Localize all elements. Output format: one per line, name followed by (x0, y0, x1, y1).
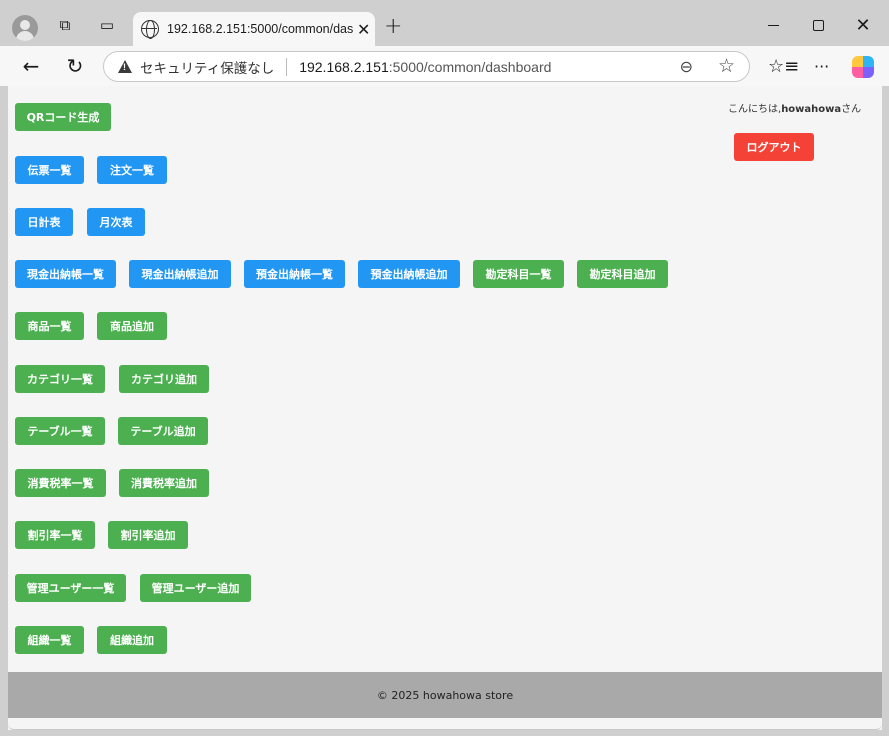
url-host[interactable]: 192.168.2.151 (299, 59, 389, 75)
tab-title: 192.168.2.151:5000/common/dashboard (167, 22, 353, 36)
cashbook-add-button[interactable]: 現金出納帳追加 (129, 260, 231, 288)
organization-list-button[interactable]: 組織一覧 (15, 626, 84, 654)
voucher-list-button[interactable]: 伝票一覧 (15, 156, 84, 184)
admin-user-add-button[interactable]: 管理ユーザー追加 (140, 574, 251, 602)
tab-actions-icon[interactable]: ▭ (94, 12, 120, 38)
profile-avatar-icon[interactable] (12, 15, 38, 41)
tab-close-icon[interactable]: ✕ (357, 20, 370, 39)
greeting-prefix: こんにちは, (728, 104, 782, 115)
refresh-icon[interactable]: ↻ (61, 52, 89, 80)
category-add-button[interactable]: カテゴリ追加 (119, 365, 209, 393)
page-bottom-edge (8, 718, 882, 730)
product-add-button[interactable]: 商品追加 (97, 312, 167, 340)
back-icon[interactable]: ← (17, 52, 45, 80)
admin-user-list-button[interactable]: 管理ユーザー一覧 (15, 574, 126, 602)
globe-icon (141, 20, 159, 39)
discount-add-button[interactable]: 割引率追加 (108, 521, 188, 549)
logout-button[interactable]: ログアウト (734, 133, 814, 161)
security-label[interactable]: セキュリティ保護なし (140, 57, 274, 77)
close-window-button[interactable]: ✕ (848, 10, 878, 40)
maximize-button[interactable] (803, 10, 833, 40)
tax-list-button[interactable]: 消費税率一覧 (15, 469, 106, 497)
order-list-button[interactable]: 注文一覧 (97, 156, 167, 184)
favorites-icon[interactable]: ☆≡ (768, 56, 799, 77)
account-add-button[interactable]: 勘定科目追加 (577, 260, 668, 288)
greeting: こんにちは,howahowaさん (728, 100, 861, 115)
copilot-icon[interactable] (852, 56, 874, 78)
deposit-add-button[interactable]: 預金出納帳追加 (358, 260, 460, 288)
navigation-bar: ← ↻ セキュリティ保護なし 192.168.2.151 :5000/commo… (0, 46, 889, 86)
organization-add-button[interactable]: 組織追加 (97, 626, 167, 654)
monthly-report-button[interactable]: 月次表 (87, 208, 145, 236)
tab-strip: ⧉ ▭ 192.168.2.151:5000/common/dashboard … (0, 0, 889, 46)
greeting-suffix: さん (841, 104, 862, 115)
qr-generate-button[interactable]: QRコード生成 (15, 103, 111, 131)
username: howahowa (781, 104, 842, 115)
product-list-button[interactable]: 商品一覧 (15, 312, 84, 340)
footer-copyright: © 2025 howahowa store (376, 688, 514, 702)
table-add-button[interactable]: テーブル追加 (118, 417, 208, 445)
warning-icon[interactable] (118, 60, 132, 73)
tab-dashboard[interactable]: 192.168.2.151:5000/common/dashboard ✕ (133, 12, 375, 46)
tax-add-button[interactable]: 消費税率追加 (119, 469, 209, 497)
workspaces-icon[interactable]: ⧉ (52, 12, 78, 38)
address-bar[interactable]: セキュリティ保護なし 192.168.2.151 :5000/common/da… (103, 51, 750, 82)
favorite-icon[interactable]: ☆ (718, 55, 735, 78)
category-list-button[interactable]: カテゴリ一覧 (15, 365, 105, 393)
footer: © 2025 howahowa store (8, 672, 882, 718)
account-list-button[interactable]: 勘定科目一覧 (473, 260, 564, 288)
zoom-icon[interactable]: ⊖ (680, 57, 693, 77)
minimize-button[interactable] (758, 10, 788, 40)
cashbook-list-button[interactable]: 現金出納帳一覧 (15, 260, 116, 288)
table-list-button[interactable]: テーブル一覧 (15, 417, 105, 445)
deposit-list-button[interactable]: 預金出納帳一覧 (244, 260, 345, 288)
url-path[interactable]: :5000/common/dashboard (389, 59, 552, 75)
address-separator (286, 57, 288, 76)
daily-report-button[interactable]: 日計表 (15, 208, 73, 236)
more-icon[interactable]: ··· (814, 57, 829, 76)
new-tab-button[interactable]: + (384, 14, 402, 39)
discount-list-button[interactable]: 割引率一覧 (15, 521, 95, 549)
dashboard-page: こんにちは,howahowaさん ログアウト QRコード生成 伝票一覧 注文一覧… (7, 86, 883, 730)
